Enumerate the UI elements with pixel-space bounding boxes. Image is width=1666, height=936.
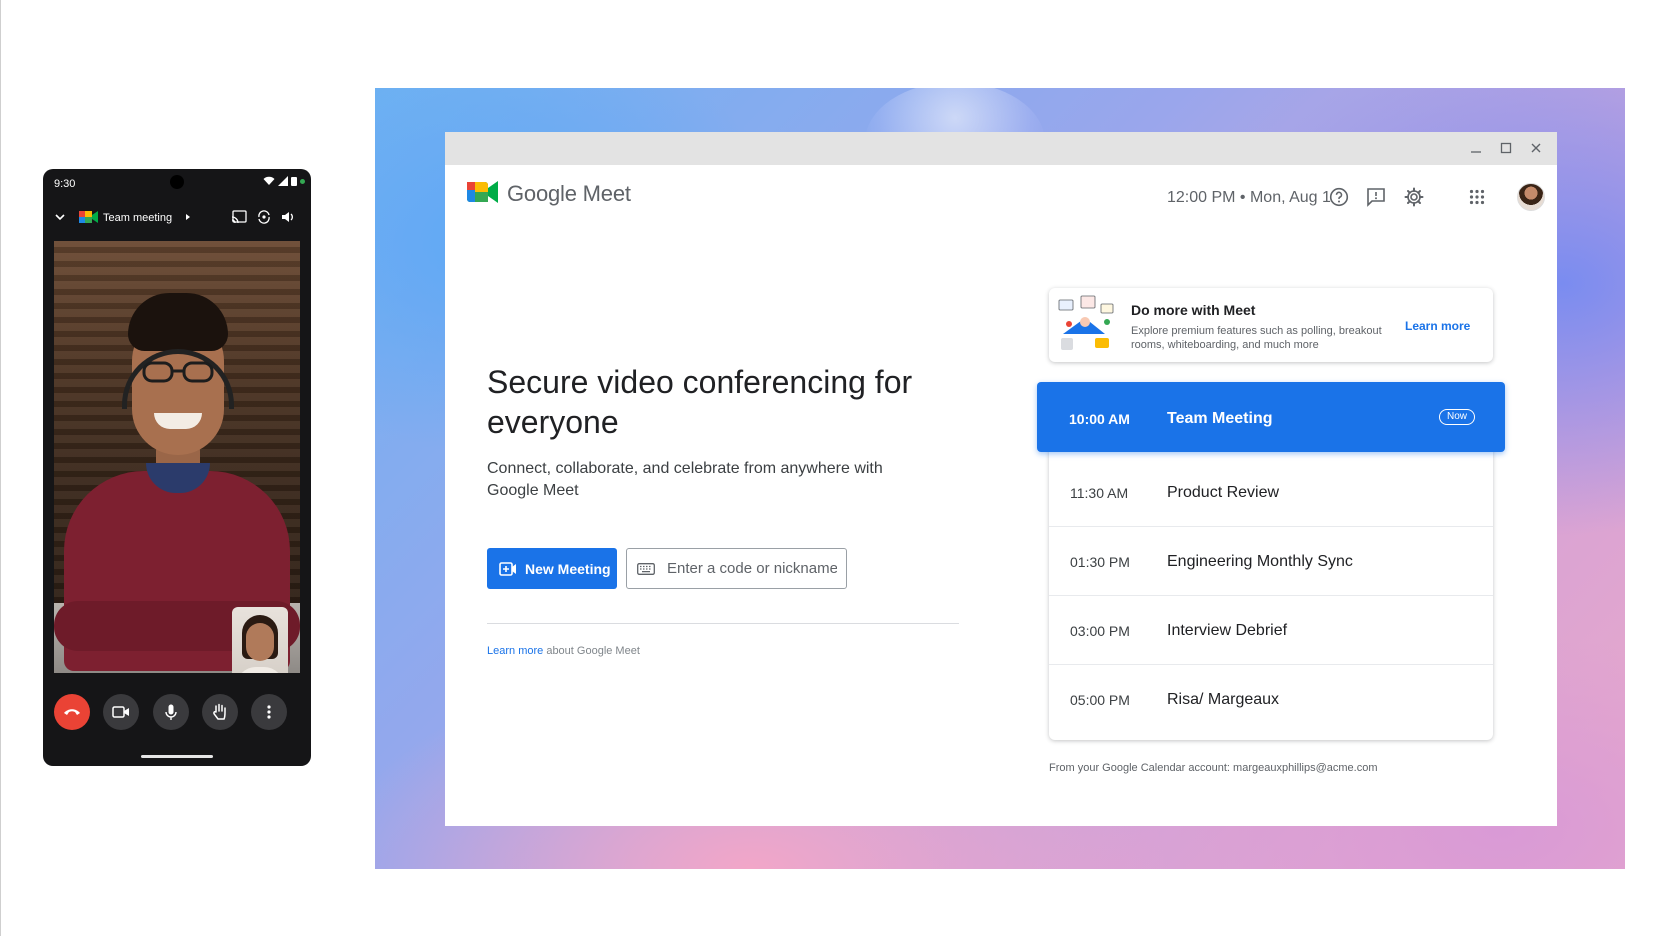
calendar-account-note: From your Google Calendar account: marge… <box>1049 762 1378 774</box>
new-meeting-button[interactable]: New Meeting <box>487 548 617 589</box>
agenda-item-interview-debrief[interactable]: 03:00 PM Interview Debrief <box>1049 596 1493 665</box>
avatar[interactable] <box>1517 183 1545 211</box>
home-indicator[interactable] <box>141 755 213 758</box>
call-title[interactable]: Team meeting <box>103 212 172 224</box>
hero-title: Secure video conferencing for everyone <box>487 364 913 440</box>
call-controls <box>43 694 311 732</box>
status-icons <box>263 176 305 186</box>
promo-card: Do more with Meet Explore premium featur… <box>1049 288 1493 362</box>
switch-camera-icon[interactable] <box>256 210 272 224</box>
raise-hand-icon <box>213 703 226 720</box>
maximize-button[interactable] <box>1498 140 1514 156</box>
promo-title: Do more with Meet <box>1131 302 1256 318</box>
agenda-title: Engineering Monthly Sync <box>1167 553 1353 570</box>
agenda-time: 03:00 PM <box>1070 623 1130 639</box>
phone-status-bar: 9:30 <box>43 169 311 197</box>
help-icon <box>1329 187 1349 207</box>
now-badge: Now <box>1438 409 1475 425</box>
camera-icon <box>112 706 129 718</box>
minimize-button[interactable] <box>1468 140 1484 156</box>
status-time: 9:30 <box>54 178 76 190</box>
settings-button[interactable] <box>1403 186 1425 208</box>
meeting-code-field[interactable] <box>626 548 847 589</box>
phone-mockup: 9:30 Team meeting <box>43 169 311 766</box>
agenda-time: 01:30 PM <box>1070 554 1130 570</box>
signal-icon <box>278 176 288 186</box>
agenda-item-engineering-sync[interactable]: 01:30 PM Engineering Monthly Sync <box>1049 527 1493 596</box>
wifi-icon <box>263 176 275 185</box>
apps-button[interactable] <box>1466 186 1488 208</box>
keyboard-icon <box>637 562 655 575</box>
agenda-time: 11:30 AM <box>1070 485 1129 501</box>
agenda-time: 10:00 AM <box>1069 411 1130 427</box>
microphone-icon <box>165 704 177 720</box>
close-window-button[interactable] <box>1528 140 1544 156</box>
microphone-toggle-button[interactable] <box>153 694 189 730</box>
close-icon <box>1531 143 1541 153</box>
apps-grid-icon <box>1469 189 1485 205</box>
raise-hand-button[interactable] <box>202 694 238 730</box>
agenda-title: Product Review <box>1167 484 1280 501</box>
agenda-title: Team Meeting <box>1167 410 1273 427</box>
chevron-down-icon[interactable] <box>54 211 66 223</box>
meet-logo-icon[interactable] <box>467 179 499 205</box>
main-video-feed <box>54 241 300 673</box>
meet-logo-icon <box>79 211 98 223</box>
app-name: Google Meet <box>507 181 631 206</box>
promo-body: Explore premium features such as polling… <box>1131 325 1382 351</box>
feedback-button[interactable] <box>1365 186 1387 208</box>
status-dot-icon <box>300 178 305 184</box>
agenda-item-risa-margeaux[interactable]: 05:00 PM Risa/ Margeaux <box>1049 665 1493 734</box>
front-camera <box>170 175 184 189</box>
agenda-item-product-review[interactable]: 11:30 AM Product Review <box>1049 458 1493 527</box>
maximize-icon <box>1500 142 1512 154</box>
call-header: Team meeting <box>43 203 311 233</box>
cast-icon[interactable] <box>231 210 247 224</box>
help-button[interactable] <box>1328 186 1350 208</box>
agenda-title: Risa/ Margeaux <box>1167 691 1280 708</box>
agenda-title: Interview Debrief <box>1167 622 1288 639</box>
agenda-item-team-meeting[interactable]: 10:00 AM Team Meeting Now <box>1037 382 1505 452</box>
divider <box>487 623 959 624</box>
more-vert-icon <box>267 705 271 719</box>
agenda-time: 05:00 PM <box>1070 692 1130 708</box>
promo-illustration <box>1058 295 1114 350</box>
new-meeting-label: New Meeting <box>525 560 611 577</box>
window-title-bar <box>445 132 1557 165</box>
learn-more-link[interactable]: Learn more <box>487 645 543 657</box>
agenda-list: 10:00 AM Team Meeting Now 11:30 AM Produ… <box>1037 382 1505 740</box>
battery-icon <box>291 177 297 186</box>
camera-toggle-button[interactable] <box>103 694 139 730</box>
learn-more-text: Learn more about Google Meet <box>487 645 640 657</box>
end-call-icon <box>64 709 80 715</box>
video-call-icon <box>499 561 516 576</box>
meeting-code-input[interactable] <box>667 560 837 577</box>
feedback-icon <box>1367 188 1385 207</box>
more-options-button[interactable] <box>251 694 287 730</box>
meet-app-window: Google Meet 12:00 PM • Mon, Aug 1 Secure… <box>445 132 1557 826</box>
end-call-button[interactable] <box>54 694 90 730</box>
self-view-pip[interactable] <box>232 607 288 673</box>
volume-icon[interactable] <box>281 210 295 224</box>
app-header: Google Meet 12:00 PM • Mon, Aug 1 <box>445 165 1557 233</box>
hero-subtitle: Connect, collaborate, and celebrate from… <box>487 460 883 499</box>
minimize-icon <box>1471 151 1481 153</box>
caret-right-icon[interactable] <box>184 212 192 222</box>
promo-learn-more-link[interactable]: Learn more <box>1405 319 1470 333</box>
current-datetime: 12:00 PM • Mon, Aug 1 <box>1167 189 1331 206</box>
settings-icon <box>1404 187 1424 207</box>
